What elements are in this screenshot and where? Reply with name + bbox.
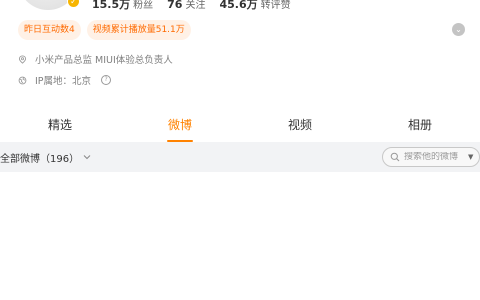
filter-label: 全部微博（196） bbox=[0, 153, 80, 165]
stat-label: 转评赞 bbox=[260, 0, 291, 11]
stat-value: 76 bbox=[167, 0, 183, 11]
help-icon[interactable]: ? bbox=[101, 75, 112, 85]
ip-location-row: IP属地：北京 ? bbox=[18, 73, 112, 87]
tab-featured[interactable]: 精选 bbox=[0, 108, 120, 142]
stat-engagement[interactable]: 45.6万 转评赞 bbox=[219, 0, 290, 12]
caret-down-icon[interactable]: ▼ bbox=[468, 153, 473, 161]
stat-following[interactable]: 76 关注 bbox=[167, 0, 205, 12]
profile-badges: 昨日互动数4 视频累计播放量51.1万 bbox=[18, 20, 191, 40]
search-icon bbox=[390, 152, 400, 162]
video-views-badge[interactable]: 视频累计播放量51.1万 bbox=[86, 20, 191, 40]
profile-title-row: 小米产品总监 MIUI体验总负责人 bbox=[18, 52, 173, 66]
globe-icon bbox=[18, 76, 27, 84]
interaction-badge[interactable]: 昨日互动数4 bbox=[18, 20, 81, 40]
tab-album[interactable]: 相册 bbox=[360, 108, 480, 142]
profile-stats: 15.5万 粉丝 76 关注 45.6万 转评赞 bbox=[92, 0, 291, 11]
weibo-feed bbox=[0, 172, 480, 300]
stat-followers[interactable]: 15.5万 粉丝 bbox=[92, 0, 153, 12]
chevron-down-icon: ⌄ bbox=[455, 25, 462, 34]
tab-video[interactable]: 视频 bbox=[240, 108, 360, 142]
ip-location: IP属地：北京 bbox=[35, 76, 92, 87]
weibo-filter-dropdown[interactable]: 全部微博（196） bbox=[0, 150, 91, 165]
collapse-button[interactable]: ⌄ bbox=[452, 23, 465, 36]
stat-label: 关注 bbox=[185, 0, 206, 11]
search-box[interactable]: ▼ bbox=[382, 147, 480, 167]
search-input[interactable] bbox=[404, 152, 464, 162]
location-pin-icon bbox=[18, 54, 27, 64]
verified-icon: ✓ bbox=[67, 0, 80, 8]
tab-weibo[interactable]: 微博 bbox=[120, 108, 240, 142]
stat-label: 粉丝 bbox=[133, 0, 154, 11]
filter-bar: 全部微博（196） ▼ bbox=[0, 142, 480, 172]
stat-value: 15.5万 bbox=[92, 0, 131, 11]
stat-value: 45.6万 bbox=[219, 0, 258, 11]
profile-title: 小米产品总监 MIUI体验总负责人 bbox=[35, 55, 173, 66]
chevron-down-icon bbox=[83, 155, 91, 160]
profile-tabs: 精选 微博 视频 相册 bbox=[0, 108, 480, 142]
